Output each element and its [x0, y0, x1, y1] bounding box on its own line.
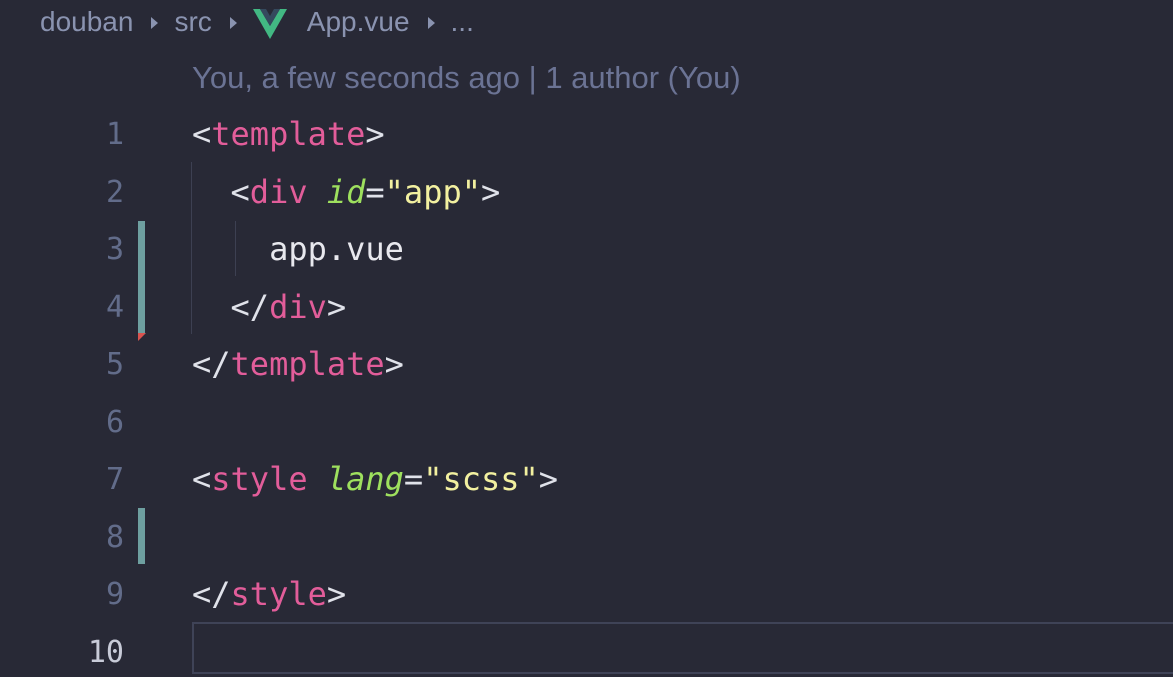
code-token: "scss" [423, 460, 539, 498]
breadcrumb-item-more[interactable]: ... [451, 6, 474, 38]
breadcrumb-item-src[interactable]: src [174, 6, 211, 38]
code-token: < [192, 172, 250, 211]
code-token: app.vue [192, 230, 404, 268]
code-token: > [365, 115, 385, 153]
code-token: > [326, 575, 347, 613]
chevron-right-icon [427, 17, 435, 29]
code-line[interactable]: 6 [0, 394, 1173, 452]
breadcrumb-item-douban[interactable]: douban [40, 6, 133, 38]
line-content[interactable]: </div> [192, 279, 347, 337]
code-token: < [192, 115, 212, 153]
code-token: div [249, 172, 308, 211]
code-token: = [403, 460, 424, 498]
code-token: > [538, 460, 559, 498]
code-line[interactable]: 9 </style> [0, 566, 1173, 624]
line-content[interactable]: <template> [192, 106, 385, 164]
code-token: < [192, 460, 212, 498]
code-token: style [211, 460, 308, 498]
line-number: 4 [105, 289, 124, 325]
line-number: 5 [105, 347, 124, 382]
code-token: </ [192, 575, 231, 613]
code-token: style [230, 575, 327, 613]
code-line[interactable]: 10 [0, 624, 1173, 677]
code-token: id [326, 172, 366, 211]
line-content[interactable]: <style lang="scss"> [192, 451, 558, 509]
breadcrumb: douban src App.vue ... [40, 0, 474, 44]
line-number: 2 [105, 174, 124, 210]
chevron-right-icon [229, 17, 237, 29]
line-number: 1 [105, 117, 124, 152]
code-token: </ [192, 345, 231, 383]
code-token: div [269, 287, 327, 326]
code-editor[interactable]: douban src App.vue ... You, a few second… [0, 0, 1173, 677]
git-blame-codelens[interactable]: You, a few seconds ago | 1 author (You) [192, 60, 741, 96]
line-content[interactable]: </template> [192, 336, 404, 394]
code-line[interactable]: 8 [0, 509, 1173, 567]
line-number: 8 [105, 519, 124, 555]
code-token: lang [326, 460, 404, 498]
vue-logo-icon [252, 9, 287, 39]
code-token: "app" [384, 172, 481, 211]
code-token: > [384, 345, 404, 383]
code-token: > [480, 172, 501, 211]
code-line[interactable]: 7 <style lang="scss"> [0, 451, 1173, 509]
code-line[interactable]: 2 <div id="app"> [0, 164, 1173, 222]
code-token: </ [192, 287, 270, 326]
code-line[interactable]: 4 </div> [0, 279, 1173, 337]
line-content[interactable]: </style> [192, 566, 346, 624]
line-content[interactable]: <div id="app"> [192, 164, 501, 222]
breadcrumb-item-file[interactable]: App.vue [307, 6, 410, 38]
line-number: 10 [87, 634, 124, 670]
line-number: 3 [105, 232, 124, 267]
code-token: > [326, 287, 347, 326]
code-token: = [365, 172, 385, 211]
code-token: template [211, 115, 366, 153]
line-number: 9 [105, 577, 124, 612]
chevron-right-icon [151, 17, 159, 29]
code-line[interactable]: 5 </template> [0, 336, 1173, 394]
line-number: 6 [105, 404, 124, 440]
code-line[interactable]: 3 app.vue [0, 221, 1173, 279]
code-line[interactable]: 1 <template> [0, 106, 1173, 164]
code-token: template [230, 345, 385, 383]
line-content[interactable]: app.vue [192, 221, 404, 279]
line-number: 7 [105, 462, 124, 497]
